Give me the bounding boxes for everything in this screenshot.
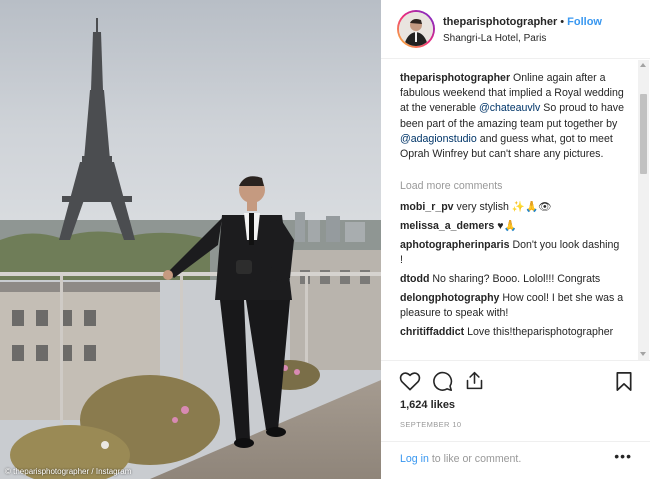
load-more-comments-button[interactable]: Load more comments bbox=[400, 180, 502, 192]
login-link[interactable]: Log in bbox=[400, 453, 429, 465]
photo-artwork bbox=[0, 0, 381, 479]
comments-scrollbar[interactable] bbox=[638, 60, 649, 360]
location-link[interactable]: Shangri-La Hotel, Paris bbox=[443, 33, 546, 44]
post-photo[interactable]: © theparisphotographer / Instagram bbox=[0, 0, 381, 479]
bookmark-icon[interactable] bbox=[615, 371, 633, 392]
scroll-up-arrow-icon[interactable] bbox=[640, 63, 646, 67]
comment-text: very stylish ✨🙏👁 bbox=[456, 201, 552, 213]
comment-item: delongphotography How cool! I bet she wa… bbox=[400, 291, 625, 321]
more-options-icon[interactable]: ••• bbox=[614, 448, 632, 464]
avatar-image bbox=[399, 12, 433, 46]
comment-username[interactable]: delongphotography bbox=[400, 292, 499, 304]
heart-icon[interactable] bbox=[399, 371, 421, 391]
post-date: SEPTEMBER 10 bbox=[400, 420, 462, 429]
comment-username[interactable]: aphotographerinparis bbox=[400, 239, 509, 251]
share-icon[interactable] bbox=[464, 370, 485, 391]
header-username[interactable]: theparisphotographer bbox=[443, 16, 557, 28]
caption-mention-chateauvlv[interactable]: @chateauvlv bbox=[479, 102, 540, 114]
comment-text: No sharing? Booo. Lolol!!! Congrats bbox=[432, 273, 601, 285]
header-user-line: theparisphotographer • Follow bbox=[443, 16, 602, 28]
balcony-railing bbox=[0, 272, 381, 276]
comment-text: Love this!theparisphotographer bbox=[467, 326, 614, 338]
comment-username[interactable]: dtodd bbox=[400, 273, 429, 285]
avatar[interactable] bbox=[397, 10, 435, 48]
login-prompt: Log in to like or comment. bbox=[400, 453, 521, 465]
comment-username[interactable]: mobi_r_pv bbox=[400, 201, 454, 213]
comment-username[interactable]: chritiffaddict bbox=[400, 326, 464, 338]
post-footer: 1,624 likes SEPTEMBER 10 Log in to like … bbox=[381, 360, 650, 480]
building-right bbox=[290, 250, 381, 370]
comment-text: ♥🙏 bbox=[497, 220, 517, 232]
comments-section: theparisphotographer Online again after … bbox=[381, 59, 638, 359]
scroll-down-arrow-icon[interactable] bbox=[640, 352, 646, 356]
comment-username[interactable]: melissa_a_demers bbox=[400, 220, 494, 232]
header-separator: • bbox=[560, 16, 565, 28]
login-prompt-text: to like or comment. bbox=[431, 453, 522, 465]
comment-item: aphotographerinparis Don't you look dash… bbox=[400, 238, 625, 268]
caption-username[interactable]: theparisphotographer bbox=[400, 72, 510, 84]
follow-button[interactable]: Follow bbox=[567, 16, 602, 28]
scrollbar-thumb[interactable] bbox=[640, 94, 647, 174]
photo-watermark: © theparisphotographer / Instagram bbox=[5, 467, 132, 476]
caption-mention-adagionstudio[interactable]: @adagionstudio bbox=[400, 133, 477, 145]
comment-item: chritiffaddict Love this!theparisphotogr… bbox=[400, 325, 625, 340]
comment-item: dtodd No sharing? Booo. Lolol!!! Congrat… bbox=[400, 272, 625, 287]
login-bar: Log in to like or comment. ••• bbox=[381, 441, 650, 481]
comment-item: melissa_a_demers ♥🙏 bbox=[400, 219, 625, 234]
comment-item: mobi_r_pv very stylish ✨🙏👁 bbox=[400, 200, 625, 215]
comment-icon[interactable] bbox=[432, 371, 453, 392]
post-header: theparisphotographer • Follow Shangri-La H… bbox=[381, 0, 650, 59]
likes-count[interactable]: 1,624 likes bbox=[400, 399, 455, 411]
post-caption: theparisphotographer Online again after … bbox=[400, 71, 625, 162]
post-side-panel: theparisphotographer • Follow Shangri-La H… bbox=[381, 0, 650, 479]
